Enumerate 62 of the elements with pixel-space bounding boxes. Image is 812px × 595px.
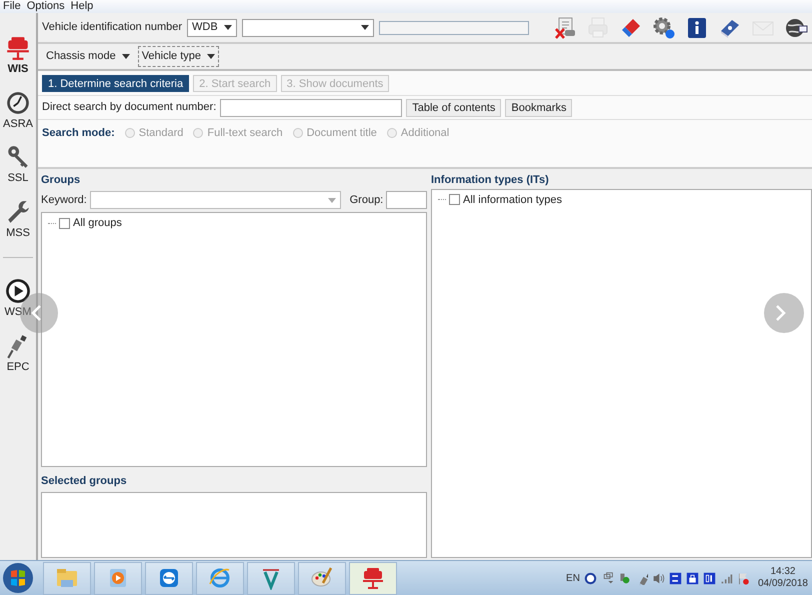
remote-control-icon (157, 566, 181, 590)
checkbox[interactable] (59, 218, 70, 229)
taskbar-button[interactable] (247, 562, 295, 594)
start-button[interactable] (2, 562, 34, 594)
field-label: Group: (350, 193, 384, 208)
document-delete-icon (553, 16, 577, 40)
tree-item[interactable]: All information types (463, 192, 562, 208)
taskbar-button[interactable] (349, 562, 397, 594)
keyword-dropdown[interactable] (90, 191, 342, 210)
taskbar-button[interactable] (298, 562, 346, 594)
flag-icon[interactable] (736, 572, 750, 584)
menu-item[interactable]: File (3, 0, 21, 13)
sidebar-item[interactable]: ASRA (0, 90, 36, 132)
sidebar-item[interactable]: WSM (0, 278, 36, 320)
field-label: Direct search by document number: (42, 100, 216, 116)
section-title: Groups (41, 173, 82, 188)
browser-icon (208, 566, 232, 590)
field-label: Keyword: (41, 193, 87, 208)
gear-icon (652, 16, 676, 40)
speaker-icon[interactable] (652, 572, 665, 584)
toolbar-button[interactable] (553, 16, 577, 40)
vin-dropdown[interactable] (242, 18, 374, 36)
language-indicator[interactable]: EN (566, 570, 580, 586)
taskbar-button[interactable] (145, 562, 193, 594)
tree-item[interactable]: All groups (73, 215, 122, 232)
section-title: Selected groups (41, 474, 128, 489)
sidebar-item[interactable]: WIS (0, 35, 36, 78)
folder-icon (55, 566, 79, 590)
car-lift-icon (5, 35, 31, 61)
info-icon (685, 16, 709, 40)
menu-item[interactable]: Help (70, 0, 94, 13)
toolbar-button[interactable]: Bookmarks (505, 98, 572, 116)
document-number-field[interactable] (220, 98, 402, 116)
car-lift-icon (361, 566, 385, 590)
section-label: Search mode: (42, 126, 115, 141)
toolbar-button[interactable]: Table of contents (406, 98, 502, 116)
stopwatch-icon (5, 90, 31, 116)
radio-label: Additional (400, 126, 450, 141)
menu-item[interactable]: Options (26, 0, 65, 13)
play-icon (5, 278, 31, 304)
toolbar-button[interactable] (652, 16, 676, 40)
dropdown-menu-button[interactable]: Vehicle type (138, 46, 220, 67)
checkbox[interactable] (449, 194, 460, 206)
taskbar-button[interactable] (196, 562, 244, 594)
clock-time: 14:32 (770, 566, 796, 578)
toolbar-button[interactable] (685, 16, 709, 40)
sidebar-item[interactable]: MSS (0, 198, 36, 241)
lock-icon[interactable] (686, 572, 699, 584)
taskbar-button[interactable] (94, 562, 142, 594)
vin-prefix-dropdown[interactable]: WDB (187, 18, 238, 36)
radio-label: Document title (306, 126, 377, 141)
step-tab[interactable]: 1. Determine search criteria (42, 74, 190, 92)
field-label: Vehicle identification number (42, 20, 182, 36)
clock-date: 04/09/2018 (758, 578, 808, 590)
group-field[interactable] (386, 191, 427, 210)
radio-label: Full-text search (207, 126, 283, 141)
radio-label: Standard (138, 126, 184, 141)
section-title: Information types (ITs) (431, 173, 550, 188)
sidebar-item[interactable]: SSL (0, 144, 36, 186)
sidebar-item[interactable]: EPC (0, 332, 36, 375)
chevron-right-icon (774, 304, 788, 322)
dropdown-menu-button[interactable]: Chassis mode (42, 46, 134, 67)
